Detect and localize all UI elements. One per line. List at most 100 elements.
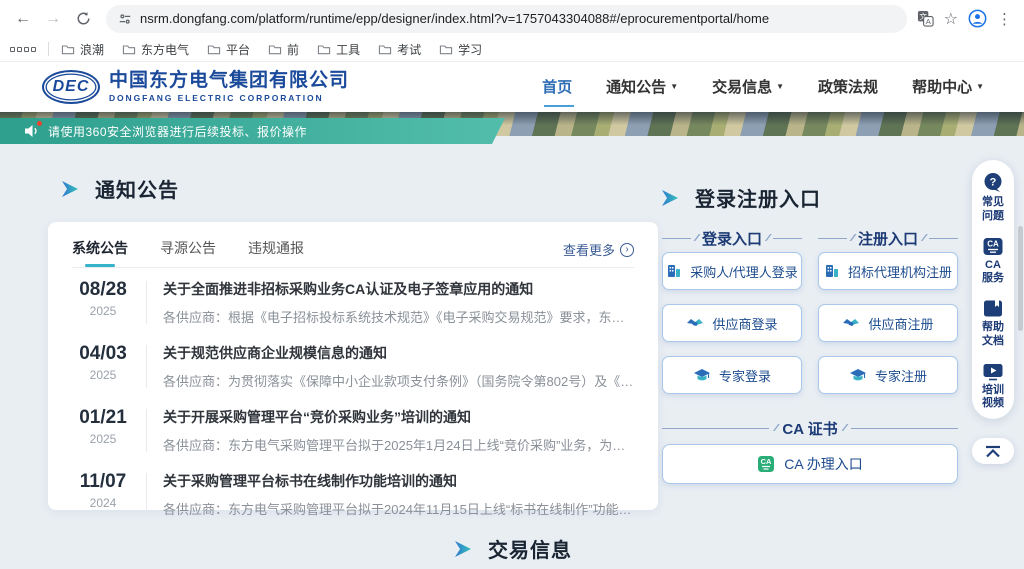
sidebar-item-label: 常见问题 xyxy=(980,196,1006,224)
login-entry-header: ⁄⁄登录入口⁄⁄ xyxy=(662,228,802,249)
browser-menu-icon[interactable]: ⋮ xyxy=(997,10,1012,28)
nav-item-home[interactable]: 首页 xyxy=(542,76,572,99)
notice-date: 08/28 2025 xyxy=(72,279,134,318)
notice-list-item[interactable]: 04/03 2025 关于规范供应商企业规模信息的通知 各供应商：为贯彻落实《保… xyxy=(72,332,634,396)
sidebar-item-ca-service[interactable]: CA CA服务 xyxy=(980,237,1006,287)
bookmark-folder[interactable]: 前 xyxy=(268,41,299,58)
divider xyxy=(146,345,147,388)
graduation-cap-icon xyxy=(849,368,867,383)
page-scrollbar[interactable] xyxy=(1018,226,1023,331)
notice-desc: 各供应商：东方电气采购管理平台拟于2025年1月24日上线“竞价采购”业务，为帮… xyxy=(163,435,634,454)
notice-tabs: 系统公告 寻源公告 违规通报 查看更多› xyxy=(72,232,634,268)
back-to-top-button[interactable] xyxy=(972,438,1014,464)
graduation-cap-icon xyxy=(693,368,711,383)
site-settings-icon[interactable] xyxy=(118,12,132,26)
ticker-text: 请使用360安全浏览器进行后续投标、报价操作 xyxy=(48,123,307,140)
notice-list-item[interactable]: 11/07 2024 关于采购管理平台标书在线制作功能培训的通知 各供应商：东方… xyxy=(72,460,634,524)
main-nav: 首页 通知公告▼ 交易信息▼ 政策法规 帮助中心▼ xyxy=(542,76,984,99)
url-text[interactable]: nsrm.dongfang.com/platform/runtime/epp/d… xyxy=(140,11,769,26)
building-icon xyxy=(824,263,840,279)
handshake-icon xyxy=(686,316,704,331)
tab-violation-reports[interactable]: 违规通报 xyxy=(248,232,304,267)
bookmark-folder[interactable]: 东方电气 xyxy=(122,41,189,58)
company-logo[interactable]: DEC 中国东方电气集团有限公司 DONGFANG ELECTRIC CORPO… xyxy=(42,70,349,104)
svg-text:CA: CA xyxy=(761,457,772,466)
notice-list-item[interactable]: 01/21 2025 关于开展采购管理平台“竞价采购业务”培训的通知 各供应商：… xyxy=(72,396,634,460)
sidebar-item-label: CA服务 xyxy=(980,259,1006,287)
supplier-login-button[interactable]: 供应商登录 xyxy=(662,304,802,342)
entry-button-grid: 采购人/代理人登录 招标代理机构注册 供应商登录 供应商注册 专家登录 专家注册 xyxy=(662,252,958,394)
folder-icon xyxy=(439,43,453,55)
section-arrow-icon xyxy=(455,541,475,557)
svg-text:CA: CA xyxy=(987,239,999,248)
to-top-icon xyxy=(984,445,1002,458)
back-icon[interactable]: ← xyxy=(10,6,36,32)
ca-apply-button[interactable]: CA CA 办理入口 xyxy=(662,444,958,484)
notice-title[interactable]: 关于全面推进非招标采购业务CA认证及电子签章应用的通知 xyxy=(163,279,634,299)
floating-sidebar: ? 常见问题 CA CA服务 帮助文档 培训视频 xyxy=(972,160,1014,419)
view-more-link[interactable]: 查看更多› xyxy=(563,232,634,259)
buyer-agent-login-button[interactable]: 采购人/代理人登录 xyxy=(662,252,802,290)
site-header: DEC 中国东方电气集团有限公司 DONGFANG ELECTRIC CORPO… xyxy=(0,62,1024,112)
reload-icon[interactable] xyxy=(70,6,96,32)
bookmark-folder[interactable]: 学习 xyxy=(439,41,482,58)
chevron-right-circle-icon: › xyxy=(620,243,634,257)
ca-card-icon: CA xyxy=(757,455,775,473)
notice-title[interactable]: 关于开展采购管理平台“竞价采购业务”培训的通知 xyxy=(163,407,634,427)
apps-grid-icon[interactable] xyxy=(10,47,36,52)
bookmark-label: 东方电气 xyxy=(141,41,189,58)
tab-sourcing-notices[interactable]: 寻源公告 xyxy=(160,232,216,267)
notice-title[interactable]: 关于采购管理平台标书在线制作功能培训的通知 xyxy=(163,471,634,491)
company-name-en: DONGFANG ELECTRIC CORPORATION xyxy=(109,93,349,103)
expert-login-button[interactable]: 专家登录 xyxy=(662,356,802,394)
bookmark-folder[interactable]: 考试 xyxy=(378,41,421,58)
bookmark-folder[interactable]: 工具 xyxy=(317,41,360,58)
nav-item-help-center[interactable]: 帮助中心▼ xyxy=(912,76,984,99)
notice-ticker[interactable]: 请使用360安全浏览器进行后续投标、报价操作 xyxy=(0,118,505,144)
nav-item-policies[interactable]: 政策法规 xyxy=(818,76,878,99)
handshake-icon xyxy=(842,316,860,331)
notice-date: 11/07 2024 xyxy=(72,471,134,510)
bookmark-label: 工具 xyxy=(336,41,360,58)
chevron-down-icon: ▼ xyxy=(976,82,984,91)
folder-icon xyxy=(268,43,282,55)
nav-item-trade-info[interactable]: 交易信息▼ xyxy=(712,76,784,99)
notice-title[interactable]: 关于规范供应商企业规模信息的通知 xyxy=(163,343,634,363)
folder-icon xyxy=(61,43,75,55)
divider xyxy=(146,409,147,452)
bid-agency-register-button[interactable]: 招标代理机构注册 xyxy=(818,252,958,290)
help-doc-icon xyxy=(982,299,1004,318)
building-icon xyxy=(666,263,682,279)
notices-section-title: 通知公告 xyxy=(62,174,179,203)
sidebar-item-training-videos[interactable]: 培训视频 xyxy=(980,362,1006,412)
profile-avatar-icon[interactable] xyxy=(968,9,987,28)
notice-desc: 各供应商：根据《电子招标投标系统技术规范》《电子采购交易规范》要求，东方电气采购… xyxy=(163,307,634,326)
chevron-down-icon: ▼ xyxy=(670,82,678,91)
sidebar-item-label: 帮助文档 xyxy=(980,321,1006,349)
divider xyxy=(146,473,147,516)
bookmark-star-icon[interactable]: ☆ xyxy=(944,9,958,29)
bookmark-label: 平台 xyxy=(226,41,250,58)
divider xyxy=(146,281,147,324)
expert-register-button[interactable]: 专家注册 xyxy=(818,356,958,394)
notice-date: 01/21 2025 xyxy=(72,407,134,446)
register-entry-header: ⁄⁄注册入口⁄⁄ xyxy=(818,228,958,249)
bookmark-folder[interactable]: 浪潮 xyxy=(61,41,104,58)
bookmark-label: 考试 xyxy=(397,41,421,58)
forward-icon[interactable]: → xyxy=(40,6,66,32)
translate-icon[interactable]: 文A xyxy=(917,10,934,27)
bookmark-folder[interactable]: 平台 xyxy=(207,41,250,58)
sidebar-item-help-docs[interactable]: 帮助文档 xyxy=(980,299,1006,349)
address-bar[interactable]: nsrm.dongfang.com/platform/runtime/epp/d… xyxy=(106,5,907,33)
bookmark-label: 浪潮 xyxy=(80,41,104,58)
trade-section-title: 交易信息 xyxy=(455,534,572,563)
nav-item-notices[interactable]: 通知公告▼ xyxy=(606,76,678,99)
notice-list-item[interactable]: 08/28 2025 关于全面推进非招标采购业务CA认证及电子签章应用的通知 各… xyxy=(72,268,634,332)
folder-icon xyxy=(207,43,221,55)
tab-system-notices[interactable]: 系统公告 xyxy=(72,232,128,267)
logo-abbr: DEC xyxy=(53,78,90,96)
question-icon: ? xyxy=(982,172,1004,193)
sidebar-item-faq[interactable]: ? 常见问题 xyxy=(980,172,1006,224)
supplier-register-button[interactable]: 供应商注册 xyxy=(818,304,958,342)
section-arrow-icon xyxy=(662,190,682,206)
